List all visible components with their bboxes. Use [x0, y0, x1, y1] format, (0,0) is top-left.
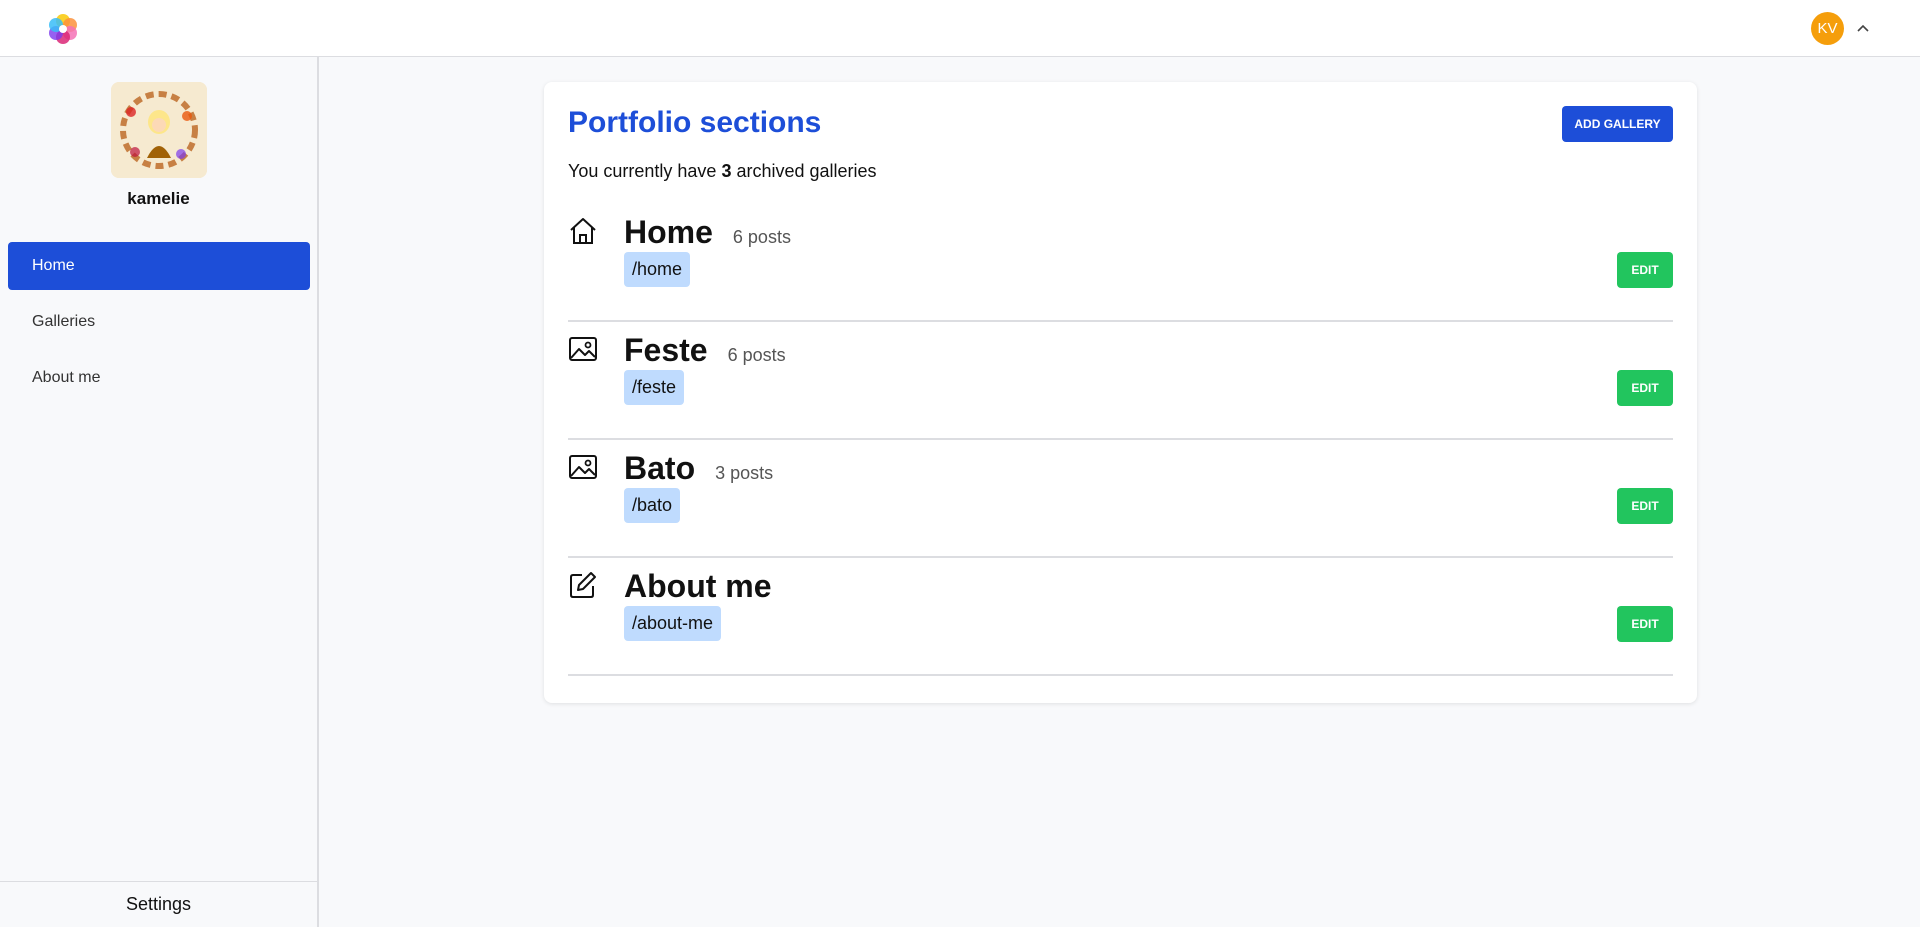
- top-bar: KV: [0, 0, 1920, 57]
- profile-picture: [111, 82, 207, 178]
- edit-button[interactable]: EDIT: [1617, 488, 1673, 524]
- archived-summary: You currently have 3 archived galleries: [568, 161, 877, 182]
- sidebar-item-galleries[interactable]: Galleries: [8, 298, 310, 346]
- list-item: About me /about-me EDIT: [568, 558, 1673, 676]
- section-post-count: 6 posts: [732, 227, 791, 247]
- list-item: Feste 6 posts /feste EDIT: [568, 322, 1673, 440]
- edit-button[interactable]: EDIT: [1617, 606, 1673, 642]
- archived-count: 3: [721, 161, 732, 181]
- edit-button[interactable]: EDIT: [1617, 252, 1673, 288]
- sections-list: Home 6 posts /home EDIT Feste 6 posts /fes…: [568, 204, 1673, 676]
- sidebar-item-about-me[interactable]: About me: [8, 354, 310, 402]
- sidebar: kamelie Home Galleries About me Settings: [0, 57, 319, 927]
- profile-name: kamelie: [127, 189, 190, 208]
- settings-button[interactable]: Settings: [0, 881, 317, 927]
- section-slug: /feste: [624, 370, 685, 405]
- edit-icon: [570, 572, 596, 598]
- section-title: Feste 6 posts: [624, 332, 786, 368]
- user-menu[interactable]: KV: [1811, 12, 1872, 45]
- chevron-up-icon[interactable]: [1854, 20, 1872, 38]
- section-title: Bato 3 posts: [624, 450, 774, 486]
- home-icon: [570, 218, 596, 244]
- section-slug: /about-me: [624, 606, 722, 641]
- list-item: Bato 3 posts /bato EDIT: [568, 440, 1673, 558]
- sidebar-nav: Home Galleries About me: [8, 242, 310, 410]
- page-title: Portfolio sections: [568, 106, 822, 139]
- edit-button[interactable]: EDIT: [1617, 370, 1673, 406]
- add-gallery-button[interactable]: ADD GALLERY: [1562, 106, 1673, 142]
- summary-prefix: You currently have: [568, 161, 717, 181]
- image-icon: [569, 337, 597, 361]
- portfolio-sections-card: Portfolio sections ADD GALLERY You curre…: [544, 82, 1697, 703]
- list-item: Home 6 posts /home EDIT: [568, 204, 1673, 322]
- avatar[interactable]: KV: [1811, 12, 1844, 45]
- section-post-count: 6 posts: [727, 345, 786, 365]
- pinwheel-logo[interactable]: [46, 12, 80, 46]
- section-slug: /home: [624, 252, 691, 287]
- section-slug: /bato: [624, 488, 681, 523]
- summary-suffix: archived galleries: [736, 161, 877, 181]
- section-title: Home 6 posts: [624, 214, 791, 250]
- sidebar-item-home[interactable]: Home: [8, 242, 310, 290]
- section-post-count: 3 posts: [715, 463, 774, 483]
- image-icon: [569, 455, 597, 479]
- section-title: About me: [624, 568, 772, 604]
